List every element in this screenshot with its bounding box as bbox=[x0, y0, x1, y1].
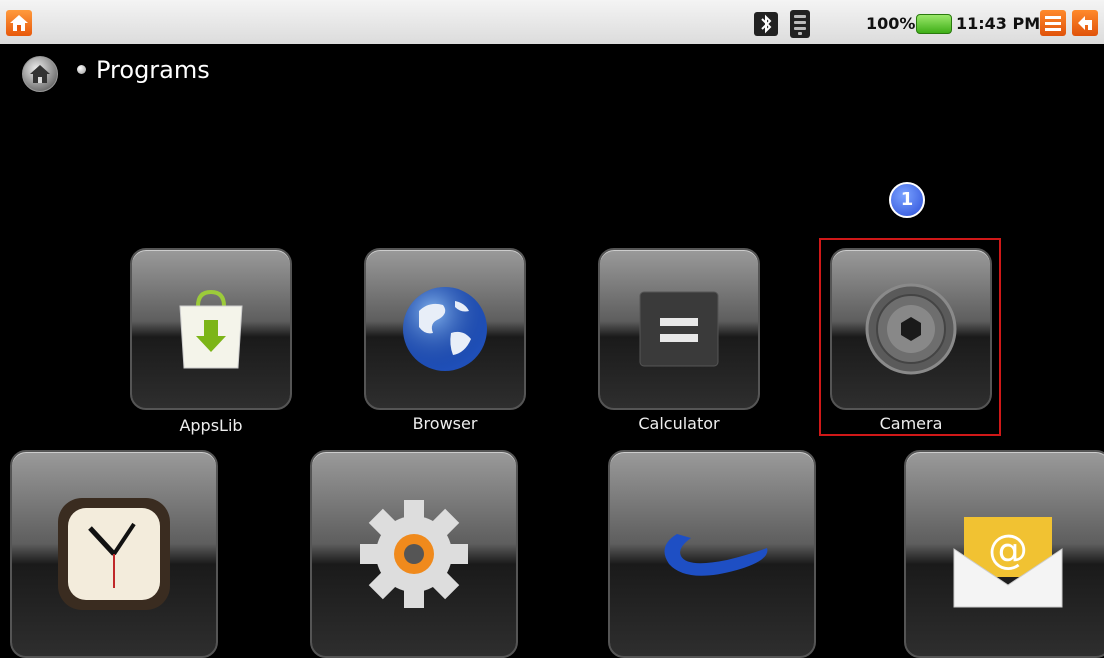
app-tile-calculator[interactable] bbox=[598, 248, 760, 410]
menu-icon[interactable] bbox=[1040, 10, 1066, 36]
app-tile-swoosh[interactable] bbox=[608, 450, 816, 658]
app-label-camera: Camera bbox=[879, 414, 943, 433]
battery-icon bbox=[916, 14, 952, 34]
battery-percent: 100% bbox=[866, 14, 916, 33]
clock-icon bbox=[58, 498, 170, 610]
breadcrumb-home-button[interactable] bbox=[22, 56, 58, 92]
calculator-icon bbox=[639, 291, 719, 367]
bluetooth-icon bbox=[754, 12, 778, 36]
home-icon[interactable] bbox=[6, 10, 32, 36]
svg-text:@: @ bbox=[988, 527, 1028, 573]
camera-aperture-icon bbox=[865, 283, 957, 375]
app-label-browser: Browser bbox=[412, 414, 478, 433]
email-envelope-icon: @ bbox=[953, 517, 1063, 608]
app-tile-clock[interactable] bbox=[10, 450, 218, 658]
app-label-calculator: Calculator bbox=[638, 414, 720, 433]
page-title: Programs bbox=[96, 56, 210, 84]
shopping-bag-download-icon bbox=[179, 289, 243, 369]
wifi-icon bbox=[790, 10, 810, 38]
breadcrumb-separator bbox=[77, 65, 86, 74]
globe-icon bbox=[403, 287, 487, 371]
clock-time: 11:43 PM bbox=[956, 14, 1041, 33]
app-tile-browser[interactable] bbox=[364, 248, 526, 410]
settings-gear-icon bbox=[360, 500, 468, 608]
app-tile-camera[interactable] bbox=[830, 248, 992, 410]
home-icon bbox=[30, 65, 50, 83]
app-tile-settings[interactable] bbox=[310, 450, 518, 658]
app-tile-email[interactable]: @ bbox=[904, 450, 1104, 658]
status-bar: 100% 11:43 PM bbox=[0, 0, 1104, 44]
step-badge: 1 bbox=[889, 182, 925, 218]
swoosh-logo-icon bbox=[664, 534, 768, 576]
app-label-appslib: AppsLib bbox=[179, 416, 243, 435]
back-icon[interactable] bbox=[1072, 10, 1098, 36]
app-tile-appslib[interactable] bbox=[130, 248, 292, 410]
